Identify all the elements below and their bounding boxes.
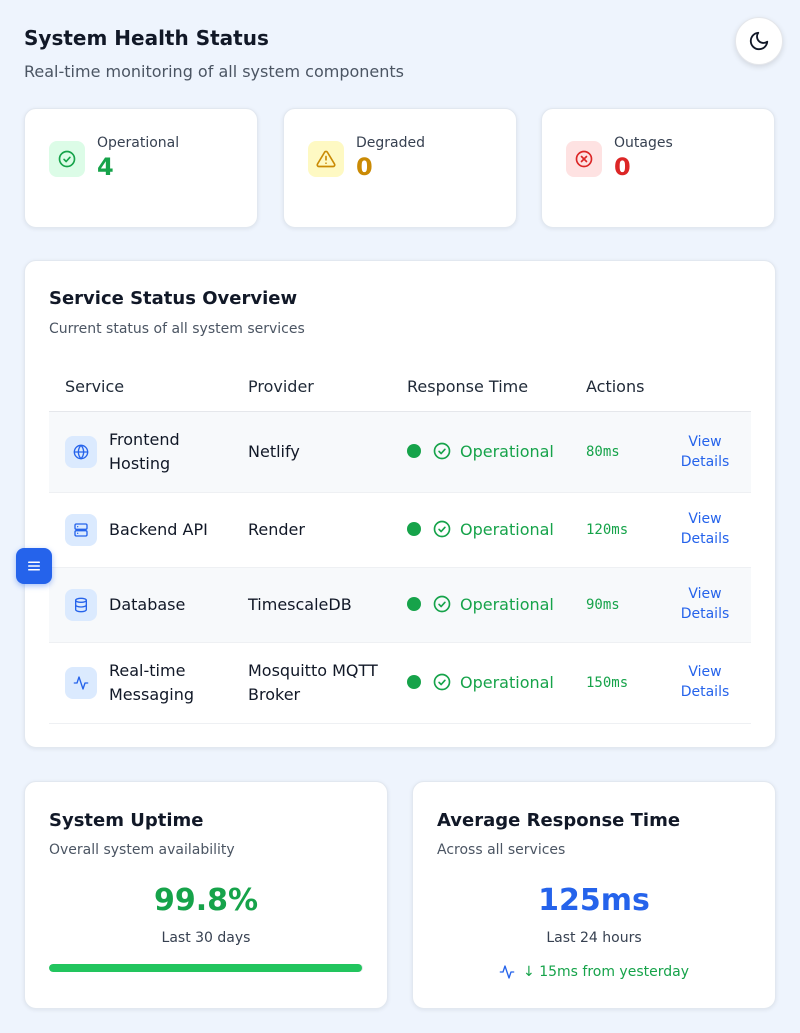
status-badge: Operational [407, 594, 554, 614]
status-badge: Operational [407, 672, 554, 692]
table-row: Frontend Hosting Netlify Operational 80m… [49, 412, 751, 493]
provider-name: Render [248, 520, 305, 539]
view-details-link[interactable]: View Details [665, 509, 745, 549]
status-dot [407, 675, 421, 689]
response-time: 150ms [586, 675, 629, 691]
services-table: Service Provider Response Time Actions F… [49, 367, 751, 724]
trend-text: ↓ 15ms from yesterday [523, 964, 689, 980]
server-icon [65, 514, 97, 546]
check-circle-icon [433, 520, 451, 538]
average-response-time-card: Average Response Time Across all service… [412, 781, 776, 1009]
x-circle-icon [566, 141, 602, 177]
operational-stat-card: Operational 4 [24, 108, 258, 228]
uptime-title: System Uptime [49, 810, 204, 831]
column-header-service: Service [65, 377, 125, 396]
stat-label: Outages [614, 135, 673, 151]
avg-response-period: Last 24 hours [546, 930, 642, 946]
check-circle-icon [49, 141, 85, 177]
service-name: Backend API [109, 520, 208, 539]
status-dot [407, 522, 421, 536]
overview-subtitle: Current status of all system services [49, 321, 305, 337]
uptime-subtitle: Overall system availability [49, 842, 235, 858]
status-dot [407, 444, 421, 458]
outages-stat-card: Outages 0 [541, 108, 775, 228]
check-circle-icon [433, 442, 451, 460]
globe-icon [65, 436, 97, 468]
status-dot [407, 597, 421, 611]
provider-name: TimescaleDB [248, 595, 352, 614]
page-title: System Health Status [24, 26, 269, 50]
uptime-value: 99.8% [153, 883, 259, 918]
status-text: Operational [460, 672, 554, 692]
response-time: 120ms [586, 522, 629, 538]
response-time: 80ms [586, 444, 620, 460]
view-details-link[interactable]: View Details [665, 584, 745, 624]
table-row: Database TimescaleDB Operational 90ms Vi… [49, 568, 751, 643]
table-row: Real-time Messaging Mosquitto MQTT Broke… [49, 643, 751, 724]
status-text: Operational [460, 441, 554, 461]
stat-value: 4 [97, 153, 114, 181]
table-row: Backend API Render Operational 120ms Vie… [49, 493, 751, 568]
column-header-actions: Actions [586, 377, 645, 396]
view-details-link[interactable]: View Details [665, 662, 745, 702]
column-header-provider: Provider [248, 377, 314, 396]
avg-response-value: 125ms [538, 883, 650, 918]
check-circle-icon [433, 595, 451, 613]
menu-icon [28, 561, 40, 571]
status-badge: Operational [407, 441, 554, 461]
view-details-link[interactable]: View Details [665, 432, 745, 472]
uptime-progress-bar [49, 964, 363, 972]
response-trend: ↓ 15ms from yesterday [413, 964, 775, 980]
sidebar-toggle-button[interactable] [16, 548, 52, 584]
table-header: Service Provider Response Time Actions [49, 367, 751, 412]
column-header-response-time: Response Time [407, 377, 529, 396]
stat-value: 0 [356, 153, 373, 181]
avg-response-title: Average Response Time [437, 810, 681, 831]
service-name: Frontend Hosting [109, 430, 180, 473]
status-text: Operational [460, 594, 554, 614]
service-name: Real-time Messaging [109, 661, 195, 704]
service-status-overview-card: Service Status Overview Current status o… [24, 260, 776, 748]
page-subtitle: Real-time monitoring of all system compo… [24, 62, 404, 81]
avg-response-subtitle: Across all services [437, 842, 566, 858]
stat-value: 0 [614, 153, 631, 181]
status-badge: Operational [407, 519, 554, 539]
warning-triangle-icon [308, 141, 344, 177]
uptime-period: Last 30 days [161, 930, 251, 946]
degraded-stat-card: Degraded 0 [283, 108, 517, 228]
moon-icon [749, 31, 769, 51]
check-circle-icon [433, 673, 451, 691]
database-icon [65, 589, 97, 621]
stat-label: Operational [97, 135, 180, 151]
provider-name: Netlify [248, 442, 300, 461]
activity-icon [65, 667, 97, 699]
response-time: 90ms [586, 597, 620, 613]
uptime-progress-fill [49, 964, 363, 972]
activity-icon [499, 965, 515, 979]
system-uptime-card: System Uptime Overall system availabilit… [24, 781, 388, 1009]
overview-title: Service Status Overview [49, 288, 298, 309]
status-text: Operational [460, 519, 554, 539]
service-name: Database [109, 595, 186, 614]
provider-name: Mosquitto MQTT Broker [248, 661, 378, 704]
theme-toggle-button[interactable] [735, 17, 783, 65]
stat-label: Degraded [356, 135, 426, 151]
